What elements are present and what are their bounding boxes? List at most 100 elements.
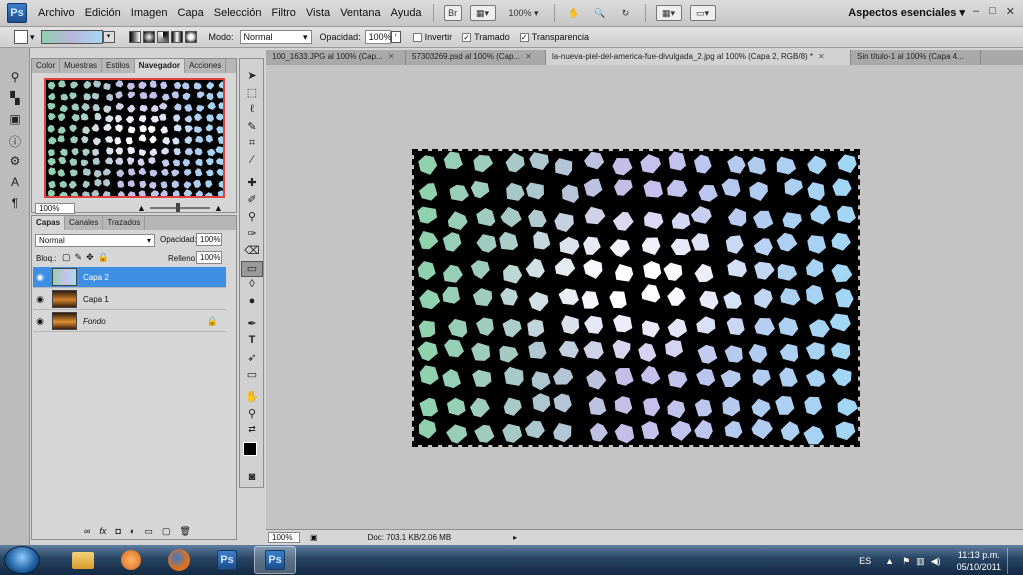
- status-menu-icon[interactable]: ▣: [310, 533, 318, 542]
- tab-layers[interactable]: Capas: [32, 216, 66, 230]
- info-icon[interactable]: ⓘ: [7, 133, 23, 149]
- layer-row-capa-2[interactable]: ◉ Capa 2: [33, 267, 226, 288]
- document-canvas[interactable]: [412, 149, 860, 447]
- show-desktop-button[interactable]: [1007, 548, 1017, 574]
- character-style-icon[interactable]: ⚲: [7, 70, 23, 86]
- tab-styles[interactable]: Estilos: [102, 59, 135, 73]
- reflected-gradient-icon[interactable]: [170, 31, 183, 43]
- shape-tool-icon[interactable]: ▭: [241, 368, 263, 384]
- menu-seleccion[interactable]: Selección: [209, 7, 267, 19]
- navigator-zoom-input[interactable]: 100%: [35, 202, 75, 214]
- tray-expand-icon[interactable]: ▲: [885, 556, 894, 566]
- lock-image-icon[interactable]: ✎: [75, 252, 83, 263]
- new-group-icon[interactable]: ▭: [144, 526, 153, 537]
- arrange-documents-icon[interactable]: ▦▾: [655, 5, 682, 21]
- clone-source-icon[interactable]: ⚙: [7, 154, 23, 170]
- tab-actions[interactable]: Acciones: [185, 59, 227, 73]
- doc-tab[interactable]: 57303269.psd al 100% (Cap... ✕: [406, 50, 546, 65]
- layer-style-icon[interactable]: fx: [99, 526, 106, 537]
- crop-tool-icon[interactable]: ⌗: [241, 137, 263, 153]
- pen-tool-icon[interactable]: ✒: [241, 317, 263, 333]
- tab-navigator[interactable]: Navegador: [134, 59, 185, 73]
- gradient-dropdown-icon[interactable]: ▾: [102, 31, 115, 43]
- hand-tool-icon[interactable]: ✋: [241, 390, 263, 406]
- close-icon[interactable]: ✕: [1006, 5, 1015, 18]
- menu-filtro[interactable]: Filtro: [266, 7, 300, 19]
- eye-icon[interactable]: ◉: [33, 316, 47, 327]
- bridge-icon[interactable]: Br: [443, 5, 462, 21]
- tab-channels[interactable]: Canales: [65, 216, 104, 230]
- paragraph-icon[interactable]: ¶: [7, 196, 23, 212]
- rotate-view-icon[interactable]: ↻: [617, 5, 635, 21]
- marquee-tool-icon[interactable]: ⬚: [241, 86, 263, 102]
- dodge-tool-icon[interactable]: ●: [241, 295, 263, 311]
- explorer-taskbar-icon[interactable]: [62, 546, 104, 574]
- foreground-color-swatch[interactable]: [243, 442, 257, 456]
- menu-ayuda[interactable]: Ayuda: [386, 7, 427, 19]
- menu-ventana[interactable]: Ventana: [335, 7, 385, 19]
- status-zoom-input[interactable]: 100%: [268, 531, 300, 543]
- media-player-taskbar-icon[interactable]: [110, 546, 152, 574]
- brush-tool-icon[interactable]: ✐: [241, 193, 263, 209]
- eye-icon[interactable]: ◉: [33, 272, 47, 283]
- zoom-level-select[interactable]: 100% ▾: [504, 5, 544, 21]
- tab-color[interactable]: Color: [32, 59, 61, 73]
- language-indicator[interactable]: ES: [859, 556, 871, 566]
- close-tab-icon[interactable]: ✕: [818, 52, 825, 61]
- zoom-tool-icon[interactable]: ⚲: [241, 407, 263, 423]
- menu-capa[interactable]: Capa: [172, 7, 208, 19]
- healing-brush-tool-icon[interactable]: ✚: [241, 176, 263, 192]
- lock-position-icon[interactable]: ✥: [86, 252, 94, 263]
- dither-checkbox[interactable]: ✓ Tramado: [462, 32, 510, 42]
- type-tool-icon[interactable]: T: [241, 334, 263, 350]
- status-arrow-icon[interactable]: ▸: [513, 533, 517, 542]
- eye-icon[interactable]: ◉: [33, 294, 47, 305]
- quick-selection-tool-icon[interactable]: ✎: [241, 120, 263, 136]
- transparency-checkbox[interactable]: ✓ Transparencia: [519, 32, 589, 42]
- photoshop-taskbar-icon[interactable]: Ps: [206, 546, 248, 574]
- extras-icon[interactable]: ▦▾: [469, 5, 496, 21]
- network-icon[interactable]: ▥: [916, 556, 925, 567]
- swap-colors-icon[interactable]: ⇄: [241, 424, 263, 440]
- blur-tool-icon[interactable]: ◊: [241, 278, 263, 294]
- menu-edicion[interactable]: Edición: [80, 7, 126, 19]
- zoom-in-icon[interactable]: ▲: [214, 203, 223, 213]
- tab-swatches[interactable]: Muestras: [60, 59, 103, 73]
- workspace-switcher[interactable]: Aspectos esenciales ▾: [848, 6, 965, 19]
- volume-icon[interactable]: ◀): [931, 556, 941, 567]
- close-tab-icon[interactable]: ✕: [525, 52, 532, 61]
- zoom-icon[interactable]: 🔍: [591, 5, 609, 21]
- blend-mode-select[interactable]: Normal ▾: [35, 234, 155, 247]
- hand-icon[interactable]: ✋: [565, 5, 583, 21]
- clock[interactable]: 11:13 p.m. 05/10/2011: [957, 549, 1001, 573]
- zoom-slider-handle[interactable]: [175, 203, 180, 212]
- navigator-zoom-slider[interactable]: [149, 203, 210, 212]
- diamond-gradient-icon[interactable]: [184, 31, 197, 43]
- quick-mask-icon[interactable]: ◙: [241, 471, 263, 487]
- doc-tab[interactable]: Sin título-1 al 100% (Capa 4...: [851, 50, 981, 65]
- minimize-icon[interactable]: –: [973, 5, 979, 18]
- zoom-out-icon[interactable]: ▲: [137, 203, 146, 213]
- menu-archivo[interactable]: Archivo: [33, 7, 80, 19]
- linear-gradient-icon[interactable]: [128, 31, 141, 43]
- lock-transparent-icon[interactable]: ▢: [62, 252, 71, 263]
- eraser-tool-icon[interactable]: ⌫: [241, 244, 263, 260]
- firefox-taskbar-icon[interactable]: [158, 546, 200, 574]
- opacity-input[interactable]: 100%: [364, 30, 392, 44]
- path-selection-tool-icon[interactable]: ➶: [241, 351, 263, 367]
- brush-presets-icon[interactable]: ▚: [7, 91, 23, 107]
- menu-vista[interactable]: Vista: [301, 7, 335, 19]
- screen-mode-icon[interactable]: ▭▾: [689, 5, 716, 21]
- lock-all-icon[interactable]: 🔒: [98, 252, 109, 263]
- flag-icon[interactable]: ⚑: [902, 556, 910, 567]
- maximize-icon[interactable]: □: [989, 5, 996, 18]
- move-tool-icon[interactable]: ➤: [241, 69, 263, 85]
- navigator-thumbnail[interactable]: [44, 78, 225, 198]
- image-icon[interactable]: ▣: [7, 112, 23, 128]
- eyedropper-tool-icon[interactable]: ⁄: [241, 154, 263, 170]
- doc-tab-active[interactable]: la-nueva-piel-del-america-fue-divulgada_…: [546, 50, 851, 65]
- adjustment-layer-icon[interactable]: ◐: [130, 526, 135, 537]
- doc-tab[interactable]: 100_1633.JPG al 100% (Cap... ✕: [266, 50, 406, 65]
- gradient-tool-icon[interactable]: [14, 30, 28, 44]
- character-icon[interactable]: A: [7, 175, 23, 191]
